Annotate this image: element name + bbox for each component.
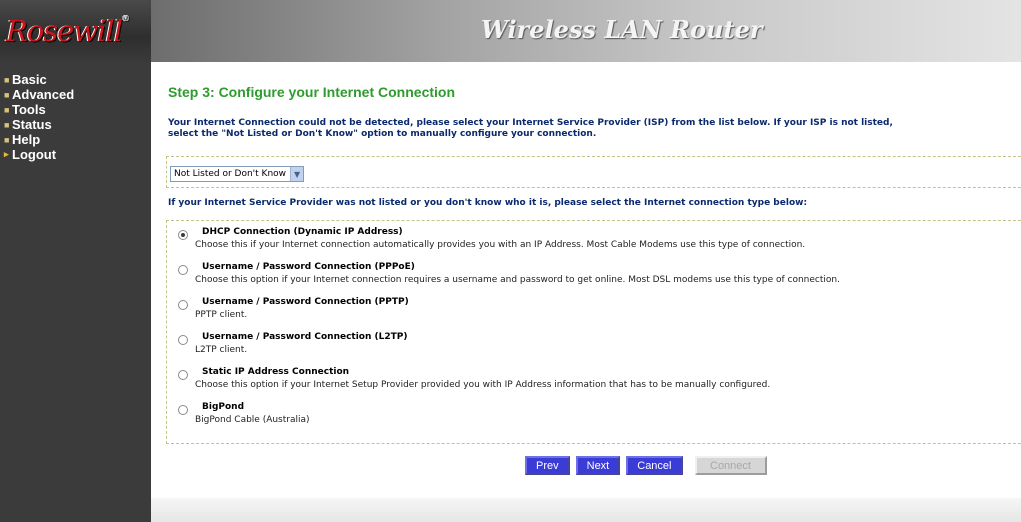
sidebar-item-label: Advanced xyxy=(12,87,75,102)
option-title: BigPond xyxy=(202,402,245,412)
sidebar: ■ Basic ■ Advanced ■ Tools ■ Status ■ Help ▸ L… xyxy=(0,62,151,522)
sidebar-item-status[interactable]: ■ Status xyxy=(0,117,151,132)
rosewill-logo: Rosewill® xyxy=(6,14,130,48)
header: Rosewill® Wireless LAN Router xyxy=(0,0,1021,62)
arrow-right-icon: ▸ xyxy=(4,149,9,159)
sidebar-item-label: Help xyxy=(12,132,41,147)
option-title: Static IP Address Connection xyxy=(202,367,350,377)
sidebar-item-basic[interactable]: ■ Basic xyxy=(0,72,151,87)
option-description: L2TP client. xyxy=(195,345,248,355)
bullet-icon: ■ xyxy=(4,74,10,85)
chevron-down-icon[interactable]: ▼ xyxy=(290,167,304,181)
sidebar-item-label: Status xyxy=(12,117,52,132)
radio-pppoe[interactable] xyxy=(178,265,188,275)
wizard-panel: Step 3: Configure your Internet Connecti… xyxy=(151,62,1021,498)
prev-button[interactable]: Prev xyxy=(525,456,570,475)
main-content: Step 3: Configure your Internet Connecti… xyxy=(151,62,1021,522)
option-description: Choose this if your Internet connection … xyxy=(195,240,806,250)
option-description: Choose this option if your Internet conn… xyxy=(195,275,840,285)
intro-text: Your Internet Connection could not be de… xyxy=(168,118,1021,140)
radio-pptp[interactable] xyxy=(178,300,188,310)
option-title: Username / Password Connection (PPTP) xyxy=(202,297,409,307)
intro-line-1: Your Internet Connection could not be de… xyxy=(168,118,893,128)
connection-options: DHCP Connection (Dynamic IP Address) Cho… xyxy=(166,220,1021,444)
next-button[interactable]: Next xyxy=(575,456,621,475)
footer-strip xyxy=(151,498,1021,522)
sidebar-item-logout[interactable]: ▸ Logout xyxy=(0,147,151,162)
bullet-icon: ■ xyxy=(4,89,10,100)
sidebar-item-label: Logout xyxy=(12,147,57,162)
option-description: BigPond Cable (Australia) xyxy=(195,415,310,425)
radio-l2tp[interactable] xyxy=(178,335,188,345)
isp-select-box: Not Listed or Don't Know ▼ xyxy=(166,156,1021,188)
option-title: DHCP Connection (Dynamic IP Address) xyxy=(202,227,403,237)
sidebar-item-tools[interactable]: ■ Tools xyxy=(0,102,151,117)
logo-mark: ® xyxy=(122,14,130,23)
sidebar-item-label: Basic xyxy=(12,72,47,87)
sidebar-item-advanced[interactable]: ■ Advanced xyxy=(0,87,151,102)
page-header-title: Wireless LAN Router xyxy=(481,15,763,44)
option-title: Username / Password Connection (PPPoE) xyxy=(202,262,415,272)
sidebar-item-label: Tools xyxy=(12,102,46,117)
radio-bigpond[interactable] xyxy=(178,405,188,415)
intro-line-2: select the "Not Listed or Don't Know" op… xyxy=(168,129,597,139)
bullet-icon: ■ xyxy=(4,104,10,115)
radio-static-ip[interactable] xyxy=(178,370,188,380)
bullet-icon: ■ xyxy=(4,119,10,130)
option-title: Username / Password Connection (L2TP) xyxy=(202,332,408,342)
logo-text: Rosewill xyxy=(6,14,123,48)
option-description: Choose this option if your Internet Setu… xyxy=(195,380,771,390)
logo-area: Rosewill® xyxy=(0,0,151,62)
connection-type-prompt: If your Internet Service Provider was no… xyxy=(168,198,808,208)
sidebar-item-help[interactable]: ■ Help xyxy=(0,132,151,147)
page-title: Step 3: Configure your Internet Connecti… xyxy=(168,84,456,100)
bullet-icon: ■ xyxy=(4,134,10,145)
wizard-buttons: Prev Next Cancel Connect xyxy=(525,456,767,475)
cancel-button[interactable]: Cancel xyxy=(626,456,683,475)
connect-button[interactable]: Connect xyxy=(694,456,767,475)
option-description: PPTP client. xyxy=(195,310,248,320)
radio-dhcp[interactable] xyxy=(178,230,188,240)
title-bar: Wireless LAN Router xyxy=(151,0,1021,62)
isp-select-value: Not Listed or Don't Know xyxy=(174,169,287,179)
isp-select[interactable]: Not Listed or Don't Know ▼ xyxy=(170,166,305,182)
